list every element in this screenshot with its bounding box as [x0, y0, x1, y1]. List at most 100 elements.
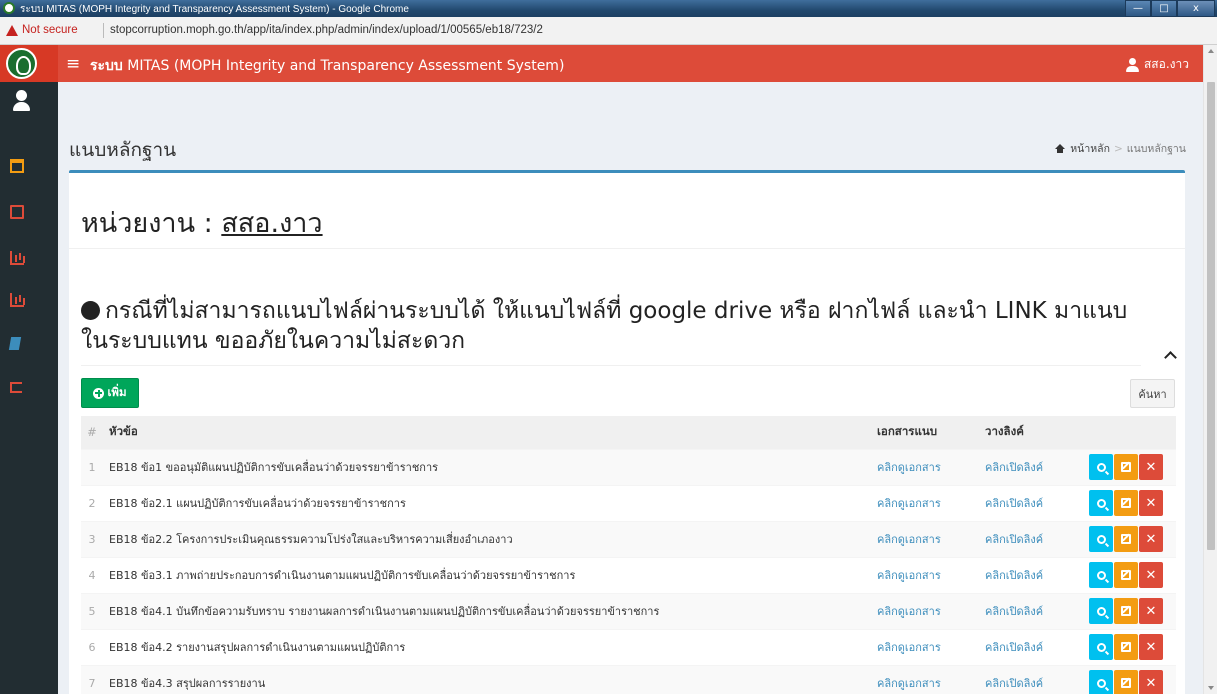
maximize-button[interactable]: □	[1151, 0, 1177, 17]
content-wrapper: แนบหลักฐาน หน้าหลัก > แนบหลักฐาน หน่วยงา…	[58, 82, 1203, 694]
box-divider	[69, 248, 1185, 249]
unit-label: หน่วยงาน :	[81, 208, 222, 239]
view-button[interactable]	[1089, 562, 1113, 588]
evidence-table: # หัวข้อ เอกสารแนบ วางลิงค์ 1 EB18 ข้อ1 ข…	[81, 416, 1176, 694]
edit-icon	[1121, 462, 1131, 472]
browser-title-bar: ระบบ MITAS (MOPH Integrity and Transpare…	[0, 0, 1217, 17]
row-actions: ✕	[1089, 670, 1176, 694]
window-title: ระบบ MITAS (MOPH Integrity and Transpare…	[20, 4, 409, 15]
bar-chart-icon[interactable]	[10, 251, 24, 265]
open-link[interactable]: คลิกเปิดลิงค์	[985, 461, 1043, 474]
view-document-link[interactable]: คลิกดูเอกสาร	[877, 605, 941, 618]
delete-button[interactable]: ✕	[1139, 634, 1163, 660]
view-document-link[interactable]: คลิกดูเอกสาร	[877, 461, 941, 474]
notice-text: กรณีที่ไม่สามารถแนบไฟล์ผ่านระบบได้ ให้แน…	[81, 298, 1128, 354]
edit-button[interactable]	[1114, 454, 1138, 480]
breadcrumb-current: แนบหลักฐาน	[1126, 143, 1186, 155]
minimize-button[interactable]: —	[1125, 0, 1151, 17]
row-number: 7	[81, 664, 103, 694]
close-window-button[interactable]: x	[1177, 0, 1215, 17]
scroll-thumb[interactable]	[1207, 82, 1215, 550]
delete-button[interactable]: ✕	[1139, 562, 1163, 588]
view-button[interactable]	[1089, 634, 1113, 660]
view-document-link[interactable]: คลิกดูเอกสาร	[877, 497, 941, 510]
edit-icon	[1121, 498, 1131, 508]
notice-divider	[81, 365, 1141, 366]
search-icon	[1096, 462, 1106, 472]
row-title: EB18 ข้อ1 ขออนุมัติแผนปฏิบัติการขับเคลื่…	[103, 448, 871, 485]
table-row: 4 EB18 ข้อ3.1 ภาพถ่ายประกอบการดำเนินงานตา…	[81, 556, 1176, 593]
view-document-link[interactable]: คลิกดูเอกสาร	[877, 569, 941, 582]
evidence-box: หน่วยงาน : สสอ.งาว กรณีที่ไม่สามารถแนบไฟ…	[69, 170, 1185, 694]
bar-chart-icon[interactable]	[10, 293, 24, 307]
sign-out-icon[interactable]	[10, 382, 22, 393]
file-icon[interactable]	[10, 205, 24, 219]
delete-button[interactable]: ✕	[1139, 526, 1163, 552]
scroll-down-icon[interactable]	[1208, 686, 1214, 690]
edit-button[interactable]	[1114, 526, 1138, 552]
app-title-bold: ระบบ	[90, 58, 123, 74]
url-text[interactable]: stopcorruption.moph.go.th/app/ita/index.…	[110, 24, 543, 36]
view-button[interactable]	[1089, 454, 1113, 480]
col-header-title: หัวข้อ	[103, 416, 871, 449]
view-button[interactable]	[1089, 490, 1113, 516]
warning-icon	[6, 25, 18, 36]
view-button[interactable]	[1089, 598, 1113, 624]
table-row: 7 EB18 ข้อ4.3 สรุปผลการรายงาน คลิกดูเอกสาร…	[81, 664, 1176, 694]
view-document-link[interactable]: คลิกดูเอกสาร	[877, 641, 941, 654]
logo-area[interactable]	[0, 45, 58, 82]
security-indicator[interactable]: Not secure	[22, 24, 78, 36]
delete-button[interactable]: ✕	[1139, 490, 1163, 516]
row-actions: ✕	[1089, 490, 1176, 516]
search-icon	[1096, 678, 1106, 688]
view-document-link[interactable]: คลิกดูเอกสาร	[877, 677, 941, 690]
breadcrumb: หน้าหลัก > แนบหลักฐาน	[1055, 140, 1186, 157]
view-button[interactable]	[1089, 670, 1113, 694]
address-separator	[103, 23, 104, 38]
edit-button[interactable]	[1114, 598, 1138, 624]
table-body: 1 EB18 ข้อ1 ขออนุมัติแผนปฏิบัติการขับเคลื…	[81, 448, 1176, 694]
edit-button[interactable]	[1114, 634, 1138, 660]
open-link[interactable]: คลิกเปิดลิงค์	[985, 641, 1043, 654]
add-button[interactable]: เพิ่ม	[81, 378, 139, 408]
edit-button[interactable]	[1114, 670, 1138, 694]
table-row: 6 EB18 ข้อ4.2 รายงานสรุปผลการดำเนินงานตาม…	[81, 628, 1176, 665]
close-icon: ✕	[1145, 531, 1157, 547]
address-bar[interactable]: Not secure stopcorruption.moph.go.th/app…	[0, 17, 1217, 45]
delete-button[interactable]: ✕	[1139, 598, 1163, 624]
sidebar-user-icon[interactable]	[13, 90, 30, 112]
unit-heading: หน่วยงาน : สสอ.งาว	[81, 201, 323, 244]
open-link[interactable]: คลิกเปิดลิงค์	[985, 677, 1043, 690]
view-document-link[interactable]: คลิกดูเอกสาร	[877, 533, 941, 546]
table-row: 5 EB18 ข้อ4.1 บันทึกข้อความรับทราบ รายงาน…	[81, 592, 1176, 629]
plus-circle-icon	[93, 387, 105, 399]
open-link[interactable]: คลิกเปิดลิงค์	[985, 497, 1043, 510]
menu-toggle-icon[interactable]: ≡	[66, 54, 80, 74]
edit-button[interactable]	[1114, 490, 1138, 516]
breadcrumb-home[interactable]: หน้าหลัก	[1070, 140, 1110, 157]
user-menu[interactable]: สสอ.งาว	[1125, 55, 1189, 74]
app-title-rest: MITAS (MOPH Integrity and Transparency A…	[122, 58, 565, 74]
delete-button[interactable]: ✕	[1139, 454, 1163, 480]
open-link[interactable]: คลิกเปิดลิงค์	[985, 605, 1043, 618]
view-button[interactable]	[1089, 526, 1113, 552]
table-row: 3 EB18 ข้อ2.2 โครงการประเมินคุณธรรมความโป…	[81, 520, 1176, 557]
search-icon	[1096, 642, 1106, 652]
row-title: EB18 ข้อ4.1 บันทึกข้อความรับทราบ รายงานผ…	[103, 592, 871, 629]
col-header-doc: เอกสารแนบ	[871, 416, 979, 449]
chevron-up-icon[interactable]	[1164, 351, 1177, 364]
calendar-icon[interactable]	[10, 159, 24, 173]
book-icon[interactable]	[8, 337, 22, 350]
search-icon	[1096, 498, 1106, 508]
search-icon	[1096, 534, 1106, 544]
open-link[interactable]: คลิกเปิดลิงค์	[985, 569, 1043, 582]
open-link[interactable]: คลิกเปิดลิงค์	[985, 533, 1043, 546]
search-button[interactable]: ค้นหา	[1130, 379, 1175, 408]
page-scrollbar[interactable]	[1203, 45, 1217, 694]
scroll-up-icon[interactable]	[1208, 49, 1214, 53]
table-header-row: # หัวข้อ เอกสารแนบ วางลิงค์	[81, 416, 1176, 449]
edit-button[interactable]	[1114, 562, 1138, 588]
row-number: 2	[81, 484, 103, 521]
row-title: EB18 ข้อ2.2 โครงการประเมินคุณธรรมความโปร…	[103, 520, 871, 557]
delete-button[interactable]: ✕	[1139, 670, 1163, 694]
